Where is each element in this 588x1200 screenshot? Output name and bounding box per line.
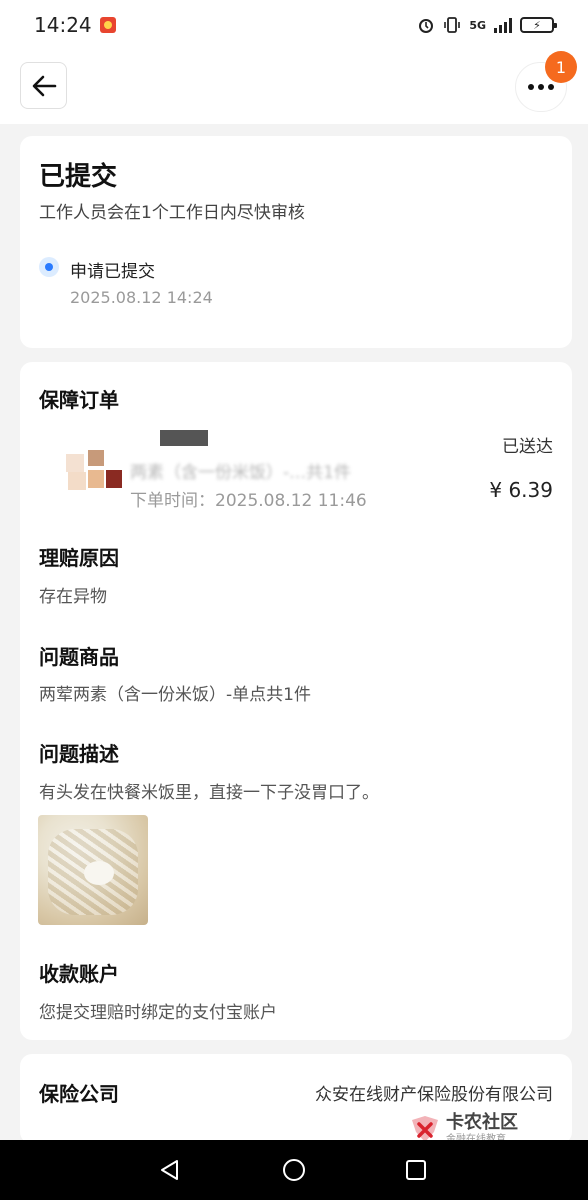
step-time: 2025.08.12 14:24 [70, 288, 213, 307]
network-type: 5G [469, 18, 486, 32]
status-title: 已提交 [39, 162, 118, 192]
vibrate-icon [444, 17, 461, 33]
status-subtitle: 工作人员会在1个工作日内尽快审核 [39, 203, 305, 223]
arrow-left-icon [32, 75, 56, 96]
more-dots-icon [528, 84, 534, 90]
notification-badge: 1 [545, 51, 577, 83]
status-right: 5G ⚡ [417, 16, 557, 34]
redacted-bar [160, 430, 208, 446]
order-status: 已送达 [502, 437, 553, 457]
alarm-icon [419, 19, 434, 33]
system-nav-bar [0, 1140, 588, 1200]
signal-icon [494, 17, 512, 33]
claim-reason-value: 存在异物 [39, 587, 107, 607]
order-thumbnail[interactable] [48, 442, 134, 492]
payout-account-value: 您提交理赔时绑定的支付宝账户 [39, 1003, 277, 1023]
status-time: 14:24 [34, 13, 92, 37]
problem-item-title: 问题商品 [39, 645, 119, 669]
app-notification-icon [99, 17, 116, 33]
problem-desc-value: 有头发在快餐米饭里，直接一下子没胃口了。 [39, 783, 379, 803]
claim-detail-card: 保障订单 两素（含一份米饭）-…共1件 下单时间：2025.08.12 11:4… [20, 362, 572, 1040]
watermark-main: 卡农社区 [446, 1111, 518, 1133]
order-product-name: 两素（含一份米饭）-…共1件 [130, 463, 351, 483]
battery-charging-icon: ⚡ [520, 17, 557, 33]
insurance-company: 众安在线财产保险股份有限公司 [315, 1085, 553, 1105]
payout-account-title: 收款账户 [39, 962, 119, 986]
more-dot [538, 84, 544, 90]
step-active-icon [39, 257, 59, 277]
status-left: 14:24 [34, 13, 116, 37]
problem-desc-title: 问题描述 [39, 742, 119, 766]
order-section-title: 保障订单 [39, 388, 119, 412]
nav-home-icon[interactable] [283, 1159, 305, 1181]
nav-back-icon[interactable] [158, 1158, 182, 1182]
insurance-label: 保险公司 [39, 1082, 119, 1106]
status-bar: 14:24 5G ⚡ [0, 0, 588, 50]
nav-recents-icon[interactable] [406, 1160, 426, 1180]
evidence-photo[interactable] [38, 815, 148, 925]
header: 1 [0, 50, 588, 124]
back-button[interactable] [20, 62, 67, 109]
problem-item-value: 两荤两素（含一份米饭）-单点共1件 [39, 685, 311, 705]
step-label: 申请已提交 [70, 262, 155, 282]
order-time: 下单时间：2025.08.12 11:46 [130, 491, 367, 511]
order-price: ¥ 6.39 [489, 478, 553, 502]
more-dot [548, 84, 554, 90]
claim-status-card: 已提交 工作人员会在1个工作日内尽快审核 申请已提交 2025.08.12 14… [20, 136, 572, 348]
claim-reason-title: 理赔原因 [39, 546, 119, 570]
